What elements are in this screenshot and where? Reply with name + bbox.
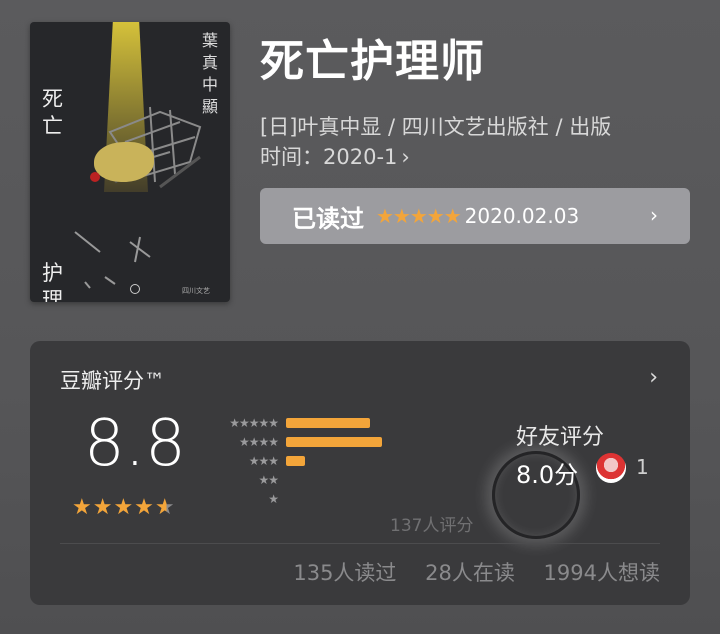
book-meta-line1: [日]叶真中显 / 四川文艺出版社 / 出版 — [260, 115, 612, 139]
cover-red-mark — [90, 172, 100, 182]
chevron-right-icon: › — [650, 203, 658, 227]
cover-publisher-text: 四川文艺 — [182, 287, 210, 295]
distribution-stars: ★★★★ — [238, 434, 279, 449]
reading-stats: 135人读过 28人在读 1994人想读 — [271, 557, 660, 587]
stat-read[interactable]: 135人读过 — [293, 561, 396, 585]
rating-stars: ★★★★★ — [72, 495, 176, 520]
rating-distribution-row: ★★★★★ — [206, 413, 426, 432]
friend-rating-score: 8.0分 — [516, 461, 579, 489]
read-date: 2020.02.03 — [464, 204, 580, 228]
cover-figure — [94, 142, 154, 182]
avatar[interactable] — [596, 453, 626, 483]
rating-heading: 豆瓣评分™ — [60, 369, 165, 393]
distribution-bar — [286, 417, 370, 428]
rating-distribution-row: ★★★★ — [206, 432, 426, 451]
rating-distribution-row: ★★ — [206, 470, 426, 489]
rating-card: 豆瓣评分™ › 8.8 ★★★★★ ★★★★★ ★★★★ ★★★ ★★ ★ 137人评分… — [30, 341, 690, 605]
read-status-button[interactable]: 已读过 ★★★★★ 2020.02.03 › — [260, 188, 690, 244]
chevron-right-icon: › — [401, 145, 410, 169]
stat-reading[interactable]: 28人在读 — [425, 561, 515, 585]
rating-distribution-row: ★★★ — [206, 451, 426, 470]
user-rating-stars: ★★★★★ — [376, 204, 462, 228]
rating-score: 8.8 — [84, 407, 186, 481]
cover-title-top: 死亡 — [42, 87, 63, 138]
rating-distribution-row: ★ — [206, 489, 426, 508]
friend-count: 1 — [636, 455, 649, 479]
half-star-icon: ★ — [154, 495, 176, 520]
stat-wish[interactable]: 1994人想读 — [544, 561, 660, 585]
rating-distribution: ★★★★★ ★★★★ ★★★ ★★ ★ — [206, 413, 426, 508]
distribution-bar — [286, 436, 382, 447]
rating-details-chevron-icon[interactable]: › — [649, 365, 658, 390]
distribution-stars: ★★★ — [248, 453, 279, 468]
cover-title-bottom: 护理师 — [42, 261, 63, 302]
cover-publisher-logo — [130, 284, 140, 294]
book-meta-line2: 时间：2020-1 — [260, 145, 398, 169]
book-title: 死亡护理师 — [260, 36, 485, 87]
read-status-label: 已读过 — [292, 204, 364, 233]
divider — [60, 543, 660, 544]
distribution-stars: ★ — [268, 491, 279, 506]
cover-title: 死亡 护理师 — [42, 32, 68, 302]
cover-debris — [74, 231, 151, 289]
book-cover[interactable]: 死亡 护理师 葉真中顯 四川文艺 — [30, 22, 230, 302]
distribution-stars: ★★★★★ — [229, 415, 279, 430]
distribution-bar — [286, 455, 305, 466]
friend-rating-label: 好友评分 — [516, 425, 605, 450]
rating-count: 137人评分 — [390, 516, 474, 536]
book-meta[interactable]: [日]叶真中显 / 四川文艺出版社 / 出版 时间：2020-1 › — [260, 112, 690, 172]
distribution-stars: ★★ — [258, 472, 279, 487]
